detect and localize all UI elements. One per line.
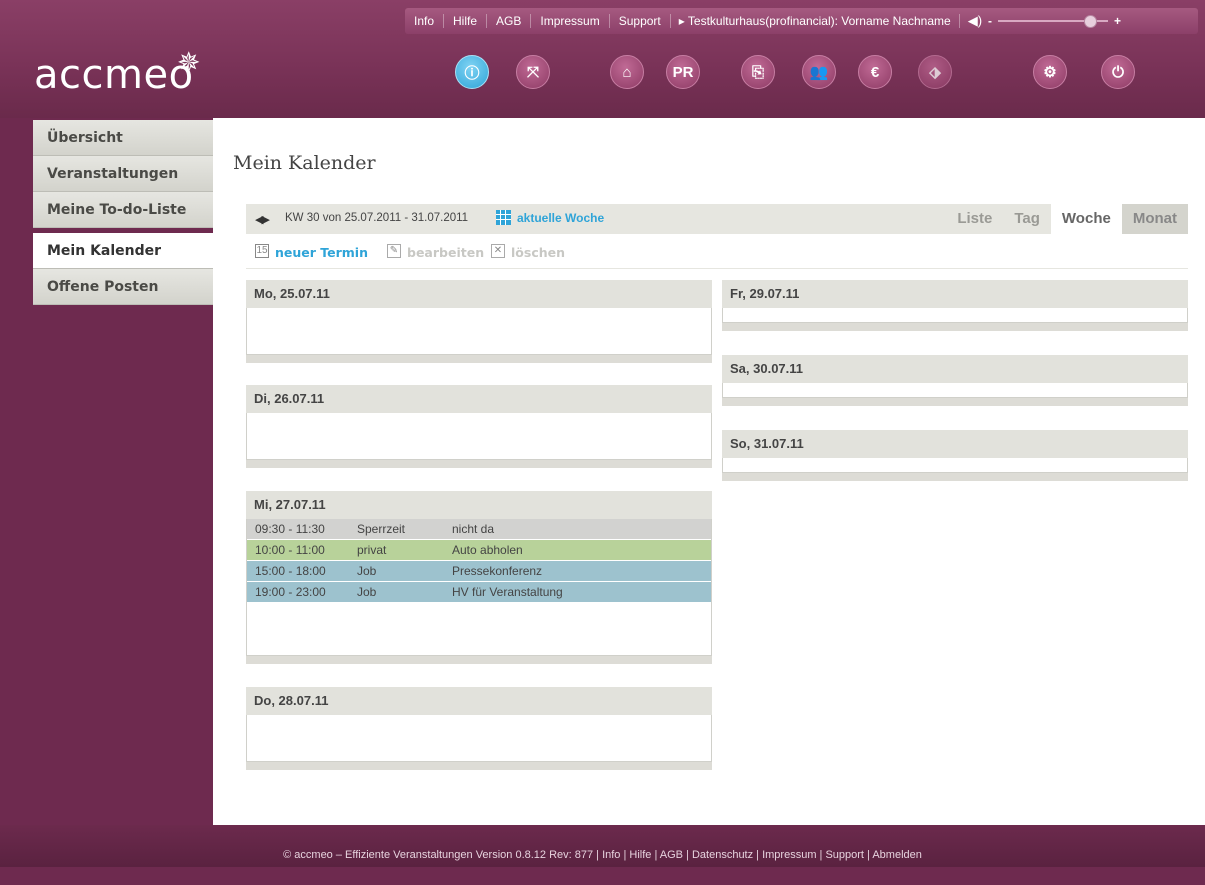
day-body[interactable]	[246, 413, 712, 460]
sidebar-item-offene-posten[interactable]: Offene Posten	[33, 269, 213, 305]
day-footer	[246, 762, 712, 770]
event-row[interactable]: 19:00 - 23:00 Job HV für Veranstaltung	[247, 582, 711, 603]
pr-icon[interactable]: PR	[666, 55, 700, 89]
day-panel-mo: Mo, 25.07.11	[246, 280, 712, 363]
speaker-icon[interactable]: ◀)	[968, 13, 982, 29]
topbar-link-hilfe[interactable]: Hilfe	[444, 14, 488, 28]
main-content: Mein Kalender ◀▶ KW 30 von 25.07.2011 - …	[213, 118, 1205, 825]
delete-button[interactable]: löschen	[511, 245, 565, 260]
day-footer	[246, 460, 712, 468]
day-title: Fr, 29.07.11	[722, 280, 1188, 308]
arrows-icon[interactable]: ⤧	[516, 55, 550, 89]
day-footer	[722, 398, 1188, 406]
top-link-bar: Info Hilfe AGB Impressum Support ▸ Testk…	[405, 8, 1198, 34]
day-title: Mo, 25.07.11	[246, 280, 712, 308]
day-footer	[722, 323, 1188, 331]
event-time: 19:00 - 23:00	[255, 585, 326, 599]
volume-control: ◀) - +	[968, 13, 1121, 29]
sidebar: Übersicht Veranstaltungen Meine To-do-Li…	[0, 118, 213, 825]
event-time: 10:00 - 11:00	[255, 543, 325, 557]
event-category: Job	[357, 564, 377, 578]
edit-icon[interactable]: ✎	[387, 244, 401, 258]
day-body[interactable]	[246, 715, 712, 762]
calendar-actions: 15 neuer Termin ✎ bearbeiten ✕ löschen	[246, 238, 1188, 269]
page-title: Mein Kalender	[233, 152, 376, 174]
day-panel-do: Do, 28.07.11	[246, 687, 712, 770]
topbar-link-support[interactable]: Support	[610, 14, 671, 28]
euro-icon[interactable]: €	[858, 55, 892, 89]
event-row[interactable]: 09:30 - 11:30 Sperrzeit nicht da	[247, 519, 711, 540]
calendar-toolbar: ◀▶ KW 30 von 25.07.2011 - 31.07.2011 akt…	[246, 204, 1188, 234]
event-title: nicht da	[452, 522, 495, 536]
event-time: 15:00 - 18:00	[255, 564, 326, 578]
accmeo-logo[interactable]: accmeo	[34, 52, 194, 98]
new-appointment-icon[interactable]: 15	[255, 244, 269, 258]
volume-slider[interactable]	[998, 15, 1109, 28]
tab-woche[interactable]: Woche	[1050, 204, 1122, 234]
event-category: Sperrzeit	[357, 522, 406, 536]
sidebar-item-veranstaltungen[interactable]: Veranstaltungen	[33, 156, 213, 192]
event-title: Auto abholen	[452, 543, 523, 557]
sidebar-item-uebersicht[interactable]: Übersicht	[33, 120, 213, 156]
volume-slider-knob[interactable]	[1084, 15, 1098, 28]
day-footer	[246, 656, 712, 664]
day-panel-sa: Sa, 30.07.11	[722, 355, 1188, 406]
current-week-link[interactable]: aktuelle Woche	[517, 211, 604, 225]
calendar-grid-icon[interactable]	[496, 210, 511, 225]
day-body[interactable]: 09:30 - 11:30 Sperrzeit nicht da 10:00 -…	[246, 519, 712, 656]
tab-monat[interactable]: Monat	[1121, 204, 1188, 234]
settings-icon[interactable]: ⚙	[1033, 55, 1067, 89]
day-panel-fr: Fr, 29.07.11	[722, 280, 1188, 331]
day-title: Di, 26.07.11	[246, 385, 712, 413]
day-footer	[246, 355, 712, 363]
paperclip-icon[interactable]: ⎘	[741, 55, 775, 89]
event-title: HV für Veranstaltung	[452, 585, 563, 599]
event-row[interactable]: 15:00 - 18:00 Job Pressekonferenz	[247, 561, 711, 582]
footer: © accmeo – Effiziente Veranstaltungen Ve…	[0, 825, 1205, 867]
tab-tag[interactable]: Tag	[1003, 204, 1051, 234]
day-title: Sa, 30.07.11	[722, 355, 1188, 383]
home-icon[interactable]: ⌂	[610, 55, 644, 89]
day-body[interactable]	[722, 458, 1188, 473]
day-title: So, 31.07.11	[722, 430, 1188, 458]
day-title: Do, 28.07.11	[246, 687, 712, 715]
logo-figure-icon: ✵	[177, 47, 201, 78]
volume-plus-button[interactable]: +	[1114, 14, 1121, 28]
delete-icon[interactable]: ✕	[491, 244, 505, 258]
tag-icon[interactable]: ⬗	[918, 55, 952, 89]
user-account-link[interactable]: ▸ Testkulturhaus(profinancial): Vorname …	[671, 14, 960, 28]
sidebar-item-kalender[interactable]: Mein Kalender	[33, 233, 213, 269]
day-body[interactable]	[722, 383, 1188, 398]
day-body[interactable]	[246, 308, 712, 355]
event-title: Pressekonferenz	[452, 564, 543, 578]
day-footer	[722, 473, 1188, 481]
topbar-link-info[interactable]: Info	[405, 14, 445, 28]
day-title: Mi, 27.07.11	[246, 491, 712, 519]
edit-button[interactable]: bearbeiten	[407, 245, 484, 260]
week-nav-arrows-icon[interactable]: ◀▶	[255, 213, 270, 226]
week-range-label: KW 30 von 25.07.2011 - 31.07.2011	[285, 212, 469, 224]
volume-minus-button[interactable]: -	[988, 14, 992, 28]
new-appointment-button[interactable]: neuer Termin	[275, 245, 368, 260]
event-category: privat	[357, 543, 387, 557]
people-icon[interactable]: 👥	[802, 55, 836, 89]
topbar-link-agb[interactable]: AGB	[487, 14, 532, 28]
day-panel-so: So, 31.07.11	[722, 430, 1188, 481]
day-panel-mi: Mi, 27.07.11 09:30 - 11:30 Sperrzeit nic…	[246, 491, 712, 664]
power-icon[interactable]: ⏻	[1101, 55, 1135, 89]
event-row[interactable]: 10:00 - 11:00 privat Auto abholen	[247, 540, 711, 561]
sidebar-item-todo[interactable]: Meine To-do-Liste	[33, 192, 213, 228]
event-category: Job	[357, 585, 377, 599]
day-panel-di: Di, 26.07.11	[246, 385, 712, 468]
view-switcher: Liste Tag Woche Monat	[946, 204, 1188, 234]
event-time: 09:30 - 11:30	[255, 522, 325, 536]
day-body[interactable]	[722, 308, 1188, 323]
info-icon[interactable]: ⓘ	[455, 55, 489, 89]
app-header: Info Hilfe AGB Impressum Support ▸ Testk…	[0, 0, 1205, 118]
topbar-link-impressum[interactable]: Impressum	[531, 14, 610, 28]
tab-liste[interactable]: Liste	[946, 204, 1003, 234]
